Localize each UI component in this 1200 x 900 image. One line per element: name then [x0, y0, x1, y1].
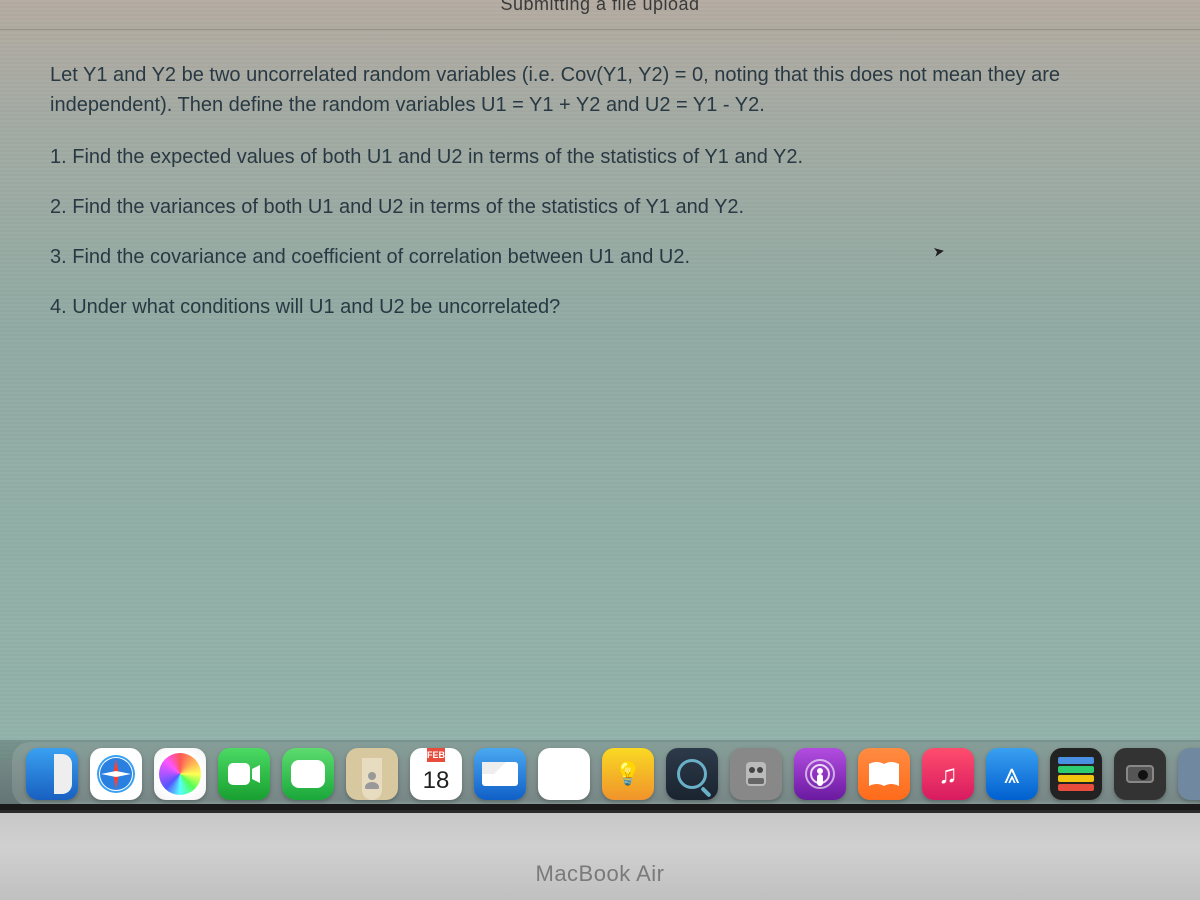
question-4: 4. Under what conditions will U1 and U2 … [50, 292, 1170, 322]
camera-icon[interactable] [1114, 748, 1166, 800]
calendar-day: 18 [423, 762, 450, 800]
laptop-label: MacBook Air [536, 861, 665, 887]
appstore-icon[interactable]: ⩓ [986, 748, 1038, 800]
question-1: 1. Find the expected values of both U1 a… [50, 142, 1170, 172]
mail-icon[interactable] [474, 748, 526, 800]
music-icon[interactable]: ♫ [922, 748, 974, 800]
books-icon[interactable] [858, 748, 910, 800]
facetime-icon[interactable] [218, 748, 270, 800]
calendar-icon[interactable]: FEB 18 [410, 748, 462, 800]
tips-icon[interactable]: 💡 [602, 748, 654, 800]
finder-icon[interactable] [26, 748, 78, 800]
automator-icon[interactable] [730, 748, 782, 800]
calendar-month: FEB [427, 748, 445, 762]
contacts-icon[interactable] [346, 748, 398, 800]
photos-icon[interactable] [154, 748, 206, 800]
dock-wrap: FEB 18 💡 ♫ ⩓ [0, 740, 1200, 808]
question-list: 1. Find the expected values of both U1 a… [50, 142, 1170, 322]
safari-icon[interactable] [90, 748, 142, 800]
problem-content: Let Y1 and Y2 be two uncorrelated random… [50, 60, 1170, 342]
problem-intro: Let Y1 and Y2 be two uncorrelated random… [50, 60, 1170, 120]
preview-icon[interactable] [666, 748, 718, 800]
header-text: Submitting a file upload [500, 0, 699, 15]
laptop-bezel: MacBook Air [0, 810, 1200, 900]
reminders-icon[interactable] [538, 748, 590, 800]
dock: FEB 18 💡 ♫ ⩓ [12, 742, 1200, 806]
wallet-icon[interactable] [1050, 748, 1102, 800]
screen-area: Submitting a file upload Let Y1 and Y2 b… [0, 0, 1200, 760]
app-icon[interactable] [1178, 748, 1200, 800]
messages-icon[interactable] [282, 748, 334, 800]
page-header-fragment: Submitting a file upload [0, 0, 1200, 30]
question-3: 3. Find the covariance and coefficient o… [50, 242, 1170, 272]
question-2: 2. Find the variances of both U1 and U2 … [50, 192, 1170, 222]
podcasts-icon[interactable] [794, 748, 846, 800]
